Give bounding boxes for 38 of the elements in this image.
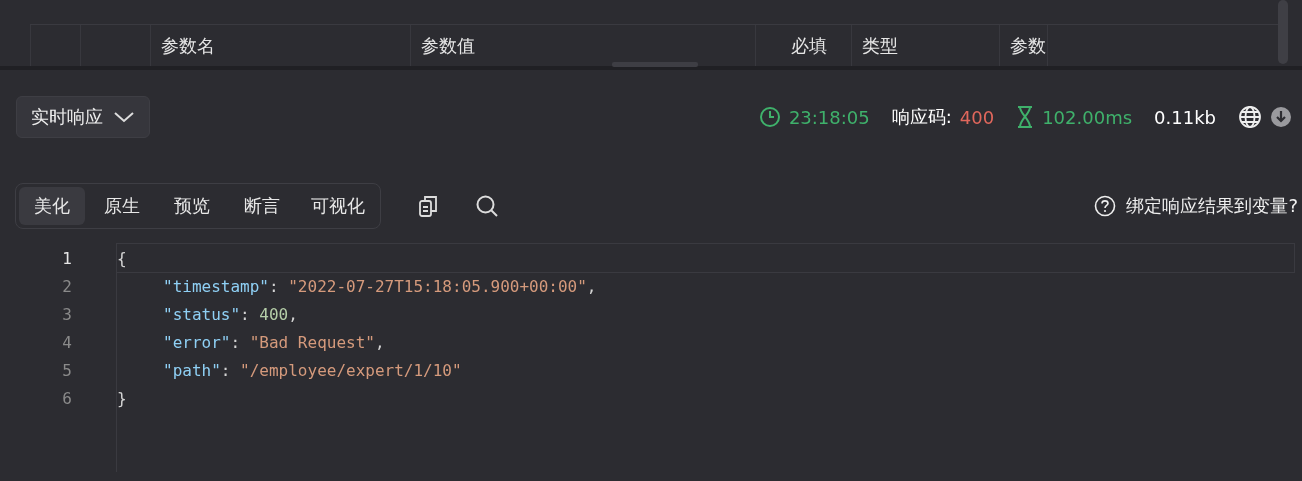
- code-line: "timestamp": "2022-07-27T15:18:05.900+00:00",: [163, 276, 597, 296]
- view-tab[interactable]: 断言: [229, 187, 295, 225]
- hourglass-icon: [1016, 105, 1035, 129]
- code-line: "path": "/employee/expert/1/10": [163, 360, 462, 380]
- view-tab[interactable]: 预览: [159, 187, 225, 225]
- column-header: 参数值: [421, 33, 475, 58]
- status-code: 400: [959, 106, 995, 128]
- response-mode-dropdown[interactable]: 实时响应: [16, 96, 150, 138]
- code-line: "error": "Bad Request",: [163, 332, 385, 352]
- view-tab[interactable]: 可视化: [299, 187, 377, 225]
- help-icon: [1094, 195, 1117, 217]
- code-line: "status": 400,: [163, 304, 298, 324]
- resize-handle[interactable]: [612, 62, 698, 67]
- response-size: 0.11kb: [1154, 106, 1216, 128]
- code-line: }: [117, 388, 127, 408]
- chevron-down-icon: [113, 111, 135, 123]
- line-number: 5: [61, 360, 72, 380]
- clock-icon: [758, 106, 781, 128]
- response-time: 23:18:05: [788, 106, 870, 128]
- bind-variable-link[interactable]: 绑定响应结果到变量?: [1126, 194, 1298, 218]
- download-icon[interactable]: [1270, 106, 1292, 128]
- column-header: 参数: [1010, 33, 1046, 58]
- response-duration: 102.00ms: [1042, 106, 1133, 128]
- line-number: 1: [61, 248, 72, 268]
- copy-icon[interactable]: [417, 194, 439, 218]
- view-tab[interactable]: 美化: [19, 187, 85, 225]
- status-label: 响应码:: [891, 105, 952, 129]
- column-header: 参数名: [161, 33, 215, 58]
- globe-icon[interactable]: [1238, 105, 1262, 129]
- column-header: 类型: [862, 33, 898, 58]
- line-number: 4: [61, 332, 72, 352]
- line-number: 6: [61, 388, 72, 408]
- line-number: 3: [61, 304, 72, 324]
- view-tab[interactable]: 原生: [89, 187, 155, 225]
- code-line: {: [117, 248, 127, 268]
- search-icon[interactable]: [475, 194, 499, 218]
- line-number: 2: [61, 276, 72, 296]
- column-header: 必填: [791, 33, 827, 58]
